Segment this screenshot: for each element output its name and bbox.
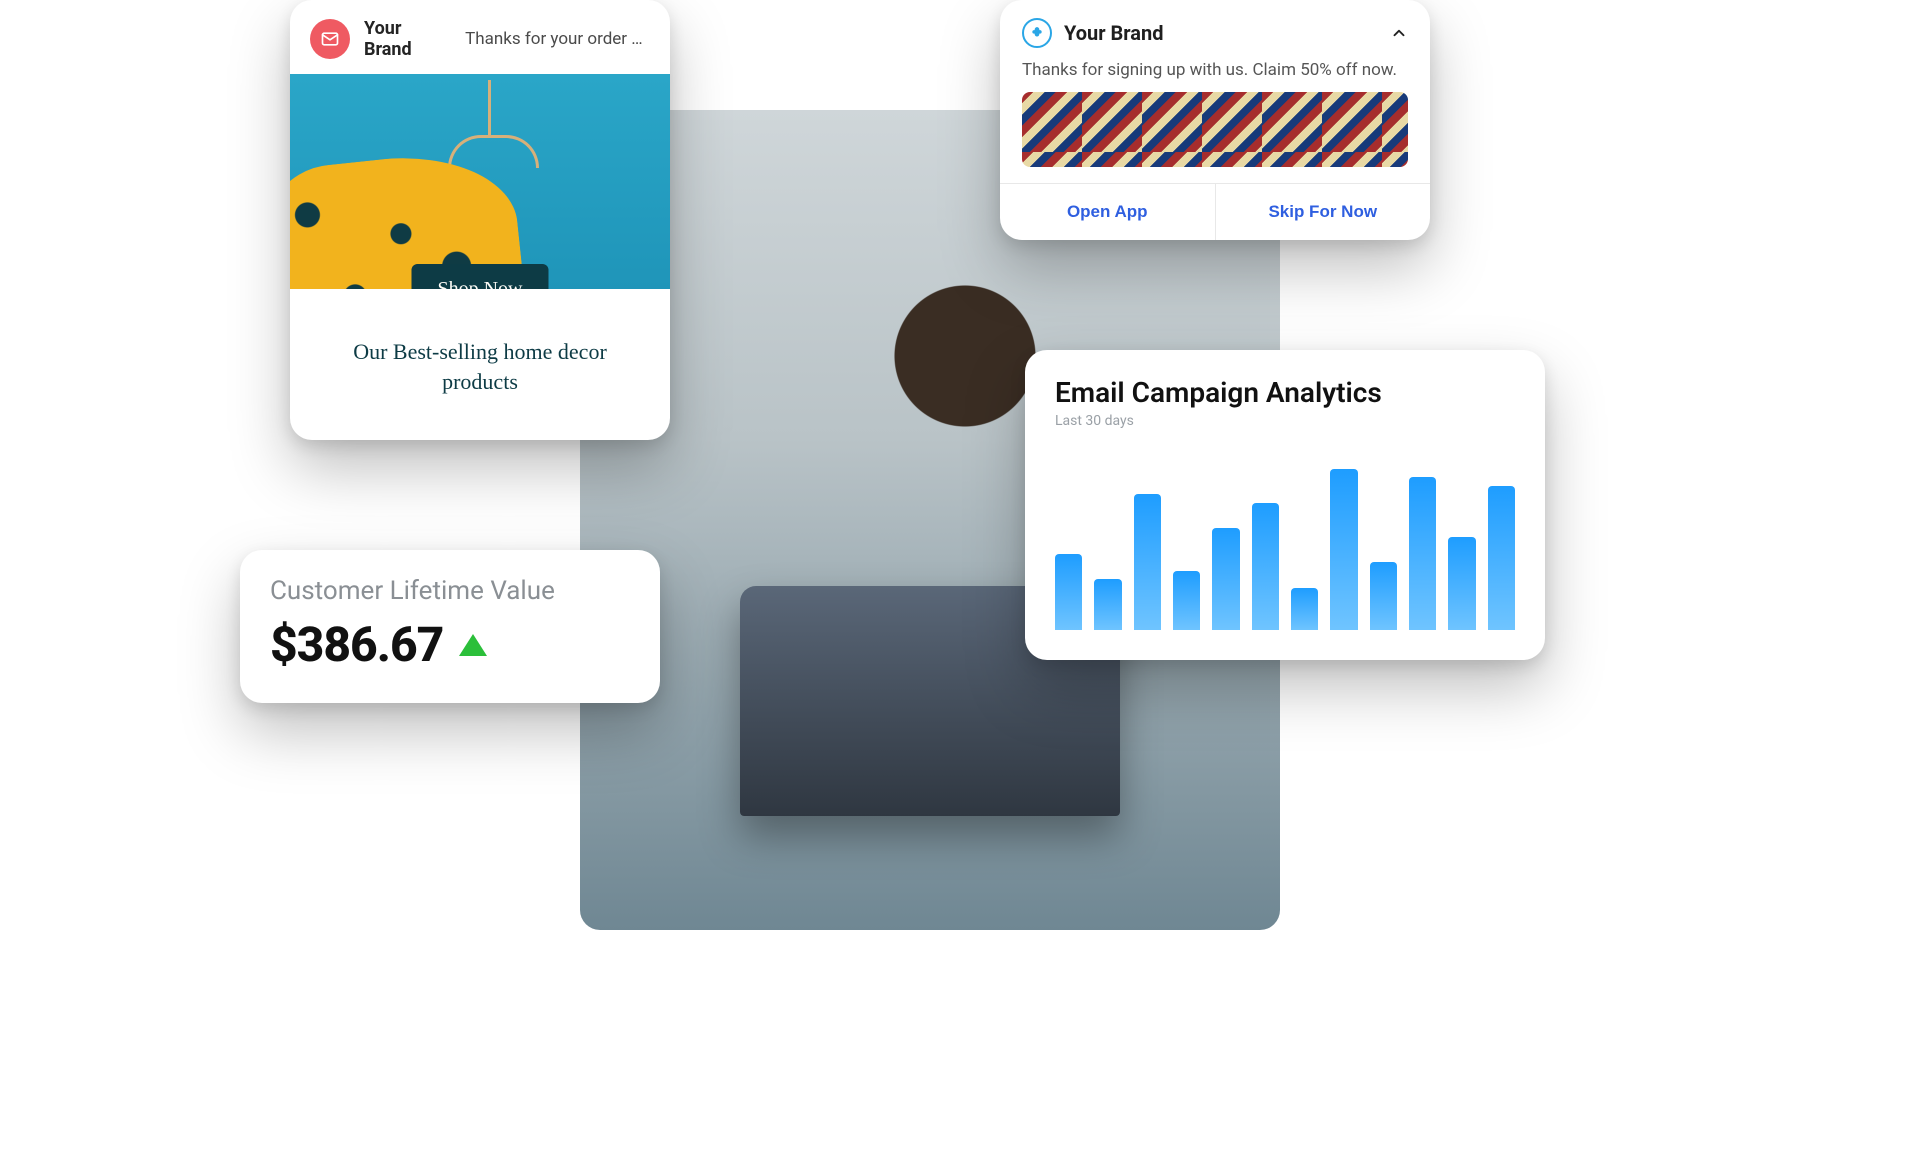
email-preview-card: Your Brand Thanks for your order #... Sh…	[290, 0, 670, 440]
email-caption: Our Best-selling home decor products	[290, 289, 670, 396]
analytics-bar	[1488, 486, 1515, 631]
notification-image	[1022, 92, 1408, 167]
skip-for-now-button[interactable]: Skip For Now	[1216, 184, 1431, 240]
clv-label: Customer Lifetime Value	[270, 576, 630, 606]
analytics-bar	[1094, 579, 1121, 630]
analytics-bar	[1409, 477, 1436, 630]
email-analytics-card: Email Campaign Analytics Last 30 days	[1025, 350, 1545, 660]
analytics-bar	[1134, 494, 1161, 630]
notification-brand-label: Your Brand	[1064, 21, 1378, 45]
clv-card: Customer Lifetime Value $386.67	[240, 550, 660, 703]
notification-header: Your Brand	[1000, 18, 1430, 56]
shop-now-button[interactable]: Shop Now	[411, 264, 548, 289]
clv-value: $386.67	[270, 616, 443, 673]
notification-body: Thanks for signing up with us. Claim 50%…	[1000, 56, 1430, 92]
analytics-subtitle: Last 30 days	[1055, 413, 1515, 429]
analytics-bar-chart	[1055, 460, 1515, 630]
chevron-up-icon[interactable]	[1390, 24, 1408, 42]
analytics-bar	[1370, 562, 1397, 630]
analytics-bar	[1173, 571, 1200, 631]
notification-actions: Open App Skip For Now	[1000, 183, 1430, 240]
email-header: Your Brand Thanks for your order #...	[290, 0, 670, 74]
analytics-bar	[1448, 537, 1475, 631]
analytics-bar	[1212, 528, 1239, 630]
analytics-title: Email Campaign Analytics	[1055, 376, 1515, 409]
analytics-bar	[1291, 588, 1318, 631]
analytics-bar	[1252, 503, 1279, 631]
email-hero-image: Shop Now	[290, 74, 670, 289]
trend-up-icon	[459, 634, 487, 656]
mail-icon	[310, 19, 350, 59]
brand-app-icon	[1022, 18, 1052, 48]
analytics-bar	[1055, 554, 1082, 631]
analytics-bar	[1330, 469, 1357, 631]
email-brand-label: Your Brand	[364, 18, 451, 60]
push-notification-card: Your Brand Thanks for signing up with us…	[1000, 0, 1430, 240]
email-subject: Thanks for your order #...	[465, 29, 650, 49]
open-app-button[interactable]: Open App	[1000, 184, 1216, 240]
